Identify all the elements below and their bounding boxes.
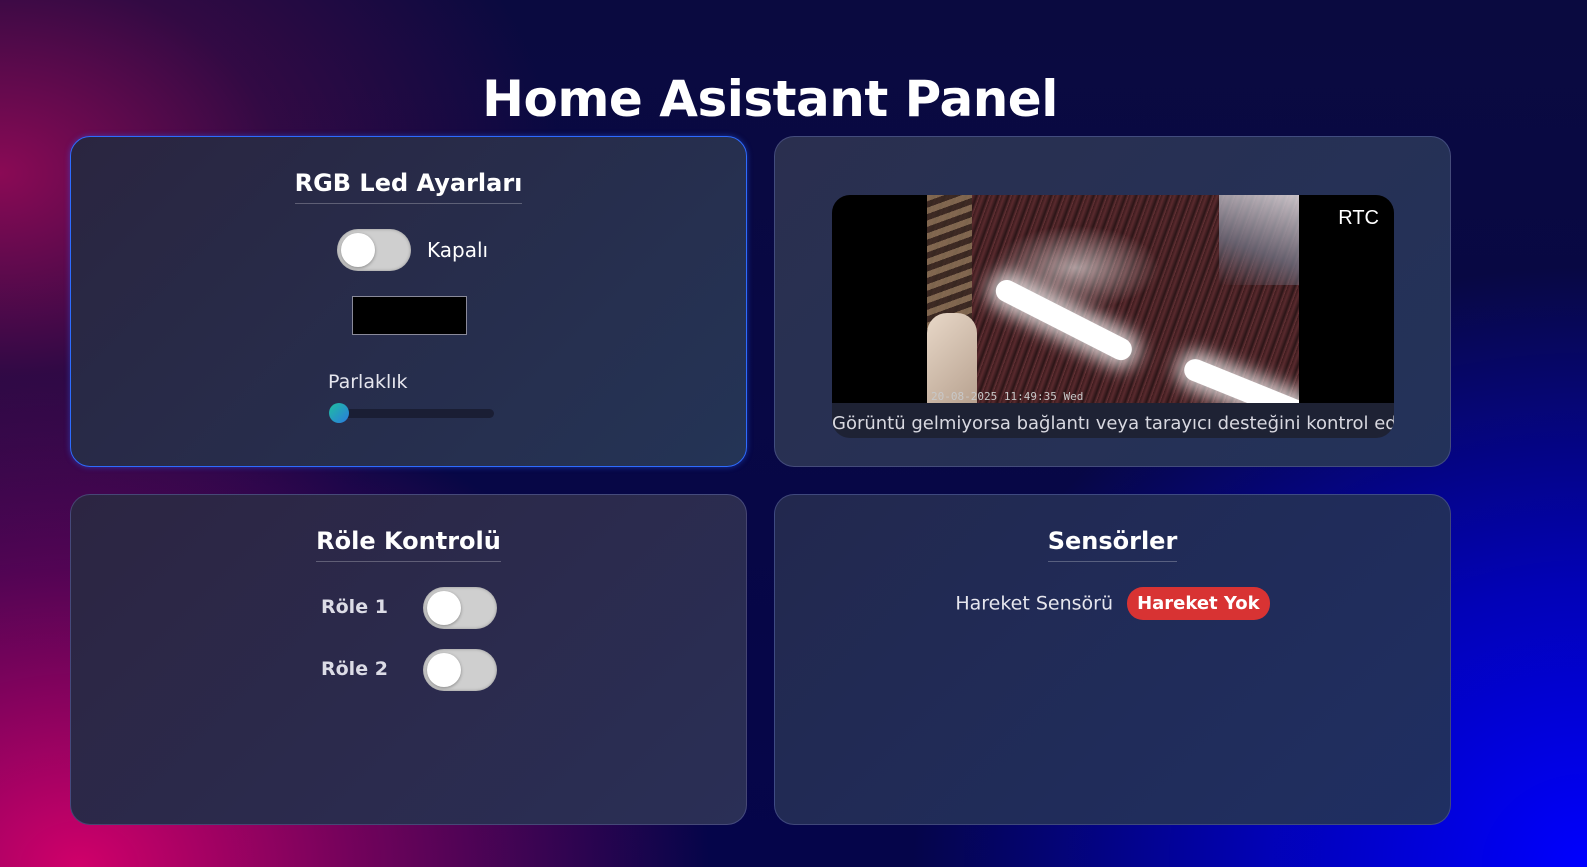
color-picker[interactable] [352,296,467,335]
relay-2-label: Röle 2 [321,658,388,680]
light-fixture [1219,195,1299,285]
toggle-knob [427,653,461,687]
led-power-toggle[interactable] [337,229,411,271]
camera-card: 20-08-2025 11:49:35 Wed RTC Görüntü gelm… [774,136,1451,467]
sensor-card: Sensörler Hareket Sensörü Hareket Yok [774,494,1451,825]
camera-image: 20-08-2025 11:49:35 Wed [927,195,1299,403]
sensor-card-title: Sensörler [1047,527,1178,562]
ceiling-lamp [1180,355,1299,403]
brightness-slider-thumb[interactable] [329,403,349,423]
relay-1-label: Röle 1 [321,596,388,618]
relay-card: Röle Kontrolü Röle 1 Röle 2 [70,494,747,825]
camera-frame: 20-08-2025 11:49:35 Wed RTC Görüntü gelm… [832,195,1394,438]
motion-sensor-label: Hareket Sensörü [955,592,1114,615]
camera-timestamp: 20-08-2025 11:49:35 Wed [931,390,1084,403]
motion-sensor-row: Hareket Sensörü Hareket Yok [775,587,1450,620]
page-title: Home Asistant Panel [482,69,1058,128]
camera-video[interactable]: 20-08-2025 11:49:35 Wed RTC [832,195,1394,403]
rgb-led-card: RGB Led Ayarları Kapalı Parlaklık [70,136,747,467]
led-status-label: Kapalı [427,238,489,262]
toggle-knob [341,233,375,267]
rgb-card-title: RGB Led Ayarları [294,169,523,204]
camera-caption: Görüntü gelmiyorsa bağlantı veya tarayıc… [832,413,1394,434]
camera-overlay-label: RTC [1338,207,1379,229]
ceiling-lamp [992,276,1136,364]
toggle-knob [427,591,461,625]
brightness-slider[interactable] [329,409,494,418]
brightness-label: Parlaklık [328,371,408,393]
relay-1-toggle[interactable] [423,587,497,629]
relay-2-toggle[interactable] [423,649,497,691]
motion-status-badge: Hareket Yok [1127,587,1270,620]
relay-card-title: Röle Kontrolü [316,527,501,562]
